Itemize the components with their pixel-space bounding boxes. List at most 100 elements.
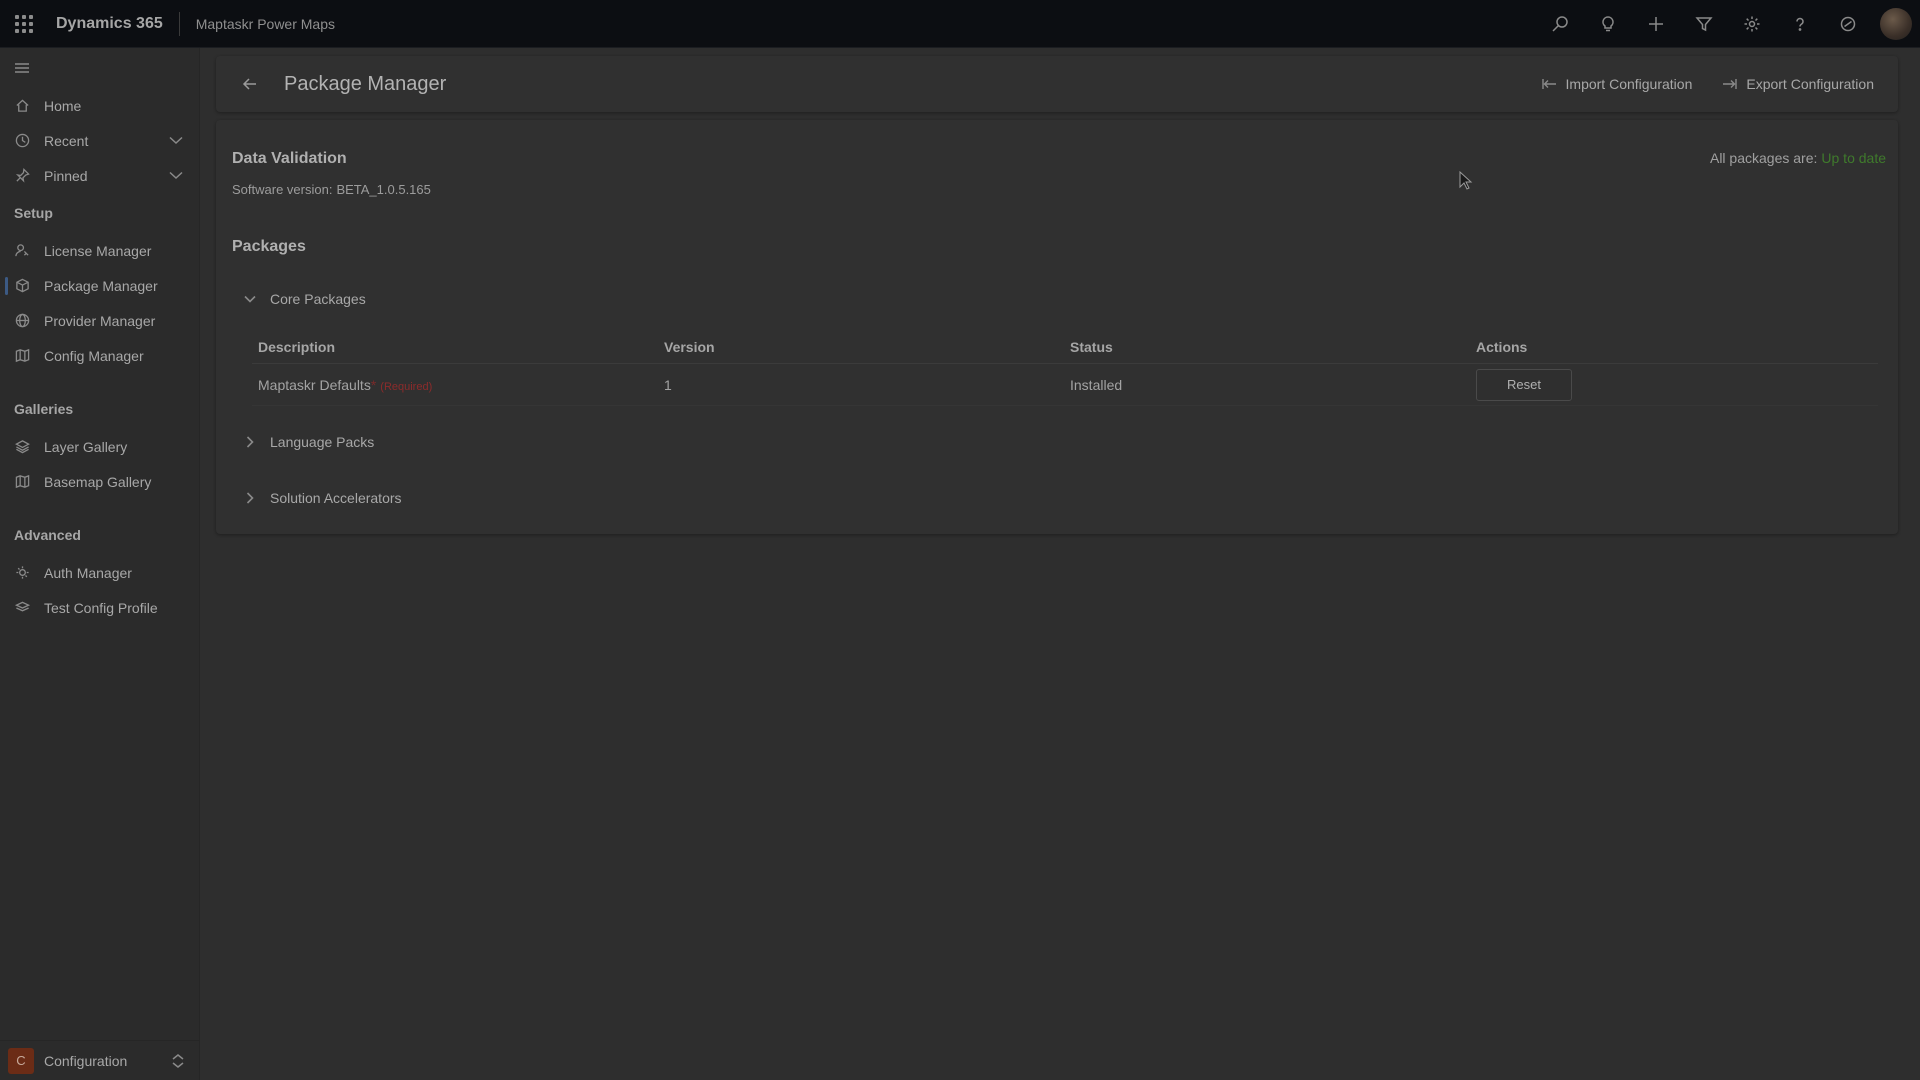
package-icon (14, 278, 30, 294)
sidebar-item-package-manager[interactable]: Package Manager (0, 268, 199, 303)
chevron-right-icon (246, 492, 254, 504)
copilot-icon[interactable] (1824, 0, 1872, 48)
sidebar-item-label: Layer Gallery (44, 438, 128, 455)
sidebar-item-license-manager[interactable]: License Manager (0, 233, 199, 268)
sidebar-item-label: Test Config Profile (44, 599, 158, 616)
cell-description: Maptaskr Defaults* (Required) (252, 377, 658, 393)
reset-button[interactable]: Reset (1476, 368, 1572, 401)
settings-icon[interactable] (1728, 0, 1776, 48)
app-name[interactable]: Maptaskr Power Maps (180, 16, 335, 32)
export-configuration-button[interactable]: Export Configuration (1722, 76, 1874, 92)
sidebar-item-label: Recent (44, 132, 89, 149)
sidebar-item-test-config-profile[interactable]: Test Config Profile (0, 590, 199, 625)
license-icon (14, 243, 30, 259)
packages-status-value: Up to date (1821, 150, 1886, 166)
brand-title[interactable]: Dynamics 365 (48, 0, 179, 48)
globe-icon (14, 313, 30, 329)
cell-actions: Reset (1470, 368, 1876, 401)
arrow-left-icon (242, 78, 256, 90)
top-bar: Dynamics 365 Maptaskr Power Maps (0, 0, 1920, 48)
sidebar-item-basemap-gallery[interactable]: Basemap Gallery (0, 464, 199, 499)
sidebar-item-label: Pinned (44, 167, 88, 184)
hamburger-menu-icon[interactable] (0, 48, 199, 88)
core-packages-label: Core Packages (270, 291, 366, 307)
command-actions: Import Configuration Export Configuratio… (1541, 56, 1874, 112)
sidebar-item-label: Provider Manager (44, 312, 156, 329)
language-packs-toggle[interactable]: Language Packs (244, 434, 374, 450)
area-switcher[interactable]: C Configuration (0, 1040, 199, 1080)
layers-stack-icon (14, 600, 30, 616)
table-header: Description Version Status Actions (252, 330, 1878, 364)
clock-icon (14, 133, 30, 149)
sidebar-item-label: Home (44, 97, 82, 114)
page-title: Package Manager (284, 72, 447, 95)
chevron-down-icon[interactable] (169, 168, 183, 185)
command-bar: Package Manager Import Configuration Exp… (216, 56, 1898, 112)
add-icon[interactable] (1632, 0, 1680, 48)
area-label: Configuration (44, 1052, 128, 1069)
sidebar-item-config-manager[interactable]: Config Manager (0, 338, 199, 373)
back-button[interactable] (230, 64, 270, 104)
data-validation-title: Data Validation (232, 150, 347, 167)
col-version: Version (664, 338, 715, 355)
sidebar-item-home[interactable]: Home (0, 88, 199, 123)
sidebar-item-provider-manager[interactable]: Provider Manager (0, 303, 199, 338)
packages-status: All packages are: Up to date (1710, 150, 1886, 166)
lightbulb-icon[interactable] (1584, 0, 1632, 48)
sidebar-item-label: Config Manager (44, 347, 144, 364)
chevron-right-icon (246, 436, 254, 448)
help-icon[interactable] (1776, 0, 1824, 48)
import-configuration-button[interactable]: Import Configuration (1541, 76, 1693, 92)
solution-accelerators-toggle[interactable]: Solution Accelerators (244, 490, 402, 506)
required-mark: * (370, 376, 377, 393)
solution-accelerators-label: Solution Accelerators (270, 490, 402, 506)
sidebar-item-pinned[interactable]: Pinned (0, 158, 199, 193)
cell-version: 1 (664, 376, 672, 393)
user-avatar[interactable] (1880, 8, 1912, 40)
packages-status-label: All packages are: (1709, 150, 1818, 166)
sidebar-group-advanced: Advanced (14, 527, 81, 543)
col-description: Description (258, 338, 336, 355)
search-icon[interactable] (1536, 0, 1584, 48)
mouse-cursor-icon (1459, 171, 1473, 190)
chevron-down-icon[interactable] (169, 133, 183, 150)
packages-title: Packages (232, 238, 306, 255)
import-icon (1541, 79, 1556, 89)
core-packages-table: Description Version Status Actions Mapta… (252, 330, 1878, 406)
pin-icon (14, 168, 30, 184)
auth-icon (14, 565, 30, 581)
sidebar-item-recent[interactable]: Recent (0, 123, 199, 158)
sidebar-item-label: License Manager (44, 242, 152, 259)
software-version: Software version: BETA_1.0.5.165 (232, 182, 431, 197)
main-content: Package Manager Import Configuration Exp… (200, 48, 1920, 1080)
area-badge: C (8, 1047, 34, 1074)
import-configuration-label: Import Configuration (1565, 76, 1693, 92)
col-actions: Actions (1476, 338, 1528, 355)
sidebar-item-label: Package Manager (44, 277, 158, 294)
map-icon (14, 348, 30, 364)
package-card: Data Validation Software version: BETA_1.… (216, 120, 1898, 534)
home-icon (14, 98, 30, 114)
sidebar-item-auth-manager[interactable]: Auth Manager (0, 555, 199, 590)
export-configuration-label: Export Configuration (1746, 76, 1874, 92)
chevron-up-down-icon (171, 1053, 185, 1074)
package-name: Maptaskr Defaults (258, 376, 371, 393)
layers-icon (14, 439, 30, 455)
sidebar-item-label: Auth Manager (44, 564, 132, 581)
col-status: Status (1070, 338, 1113, 355)
map-icon (14, 474, 30, 490)
sidebar-item-layer-gallery[interactable]: Layer Gallery (0, 429, 199, 464)
top-bar-actions (1536, 0, 1920, 48)
filter-icon[interactable] (1680, 0, 1728, 48)
sidebar-item-label: Basemap Gallery (44, 473, 152, 490)
software-version-label: Software version: (232, 182, 333, 197)
sidebar: Home Recent Pinned Setup License Manager… (0, 48, 200, 1080)
language-packs-label: Language Packs (270, 434, 375, 450)
export-icon (1723, 79, 1738, 89)
software-version-value: BETA_1.0.5.165 (336, 182, 431, 197)
core-packages-toggle[interactable]: Core Packages (244, 291, 366, 307)
cell-status: Installed (1070, 376, 1123, 393)
required-text: (Required) (380, 380, 433, 393)
sidebar-group-setup: Setup (14, 205, 53, 221)
app-launcher-icon[interactable] (0, 0, 48, 48)
